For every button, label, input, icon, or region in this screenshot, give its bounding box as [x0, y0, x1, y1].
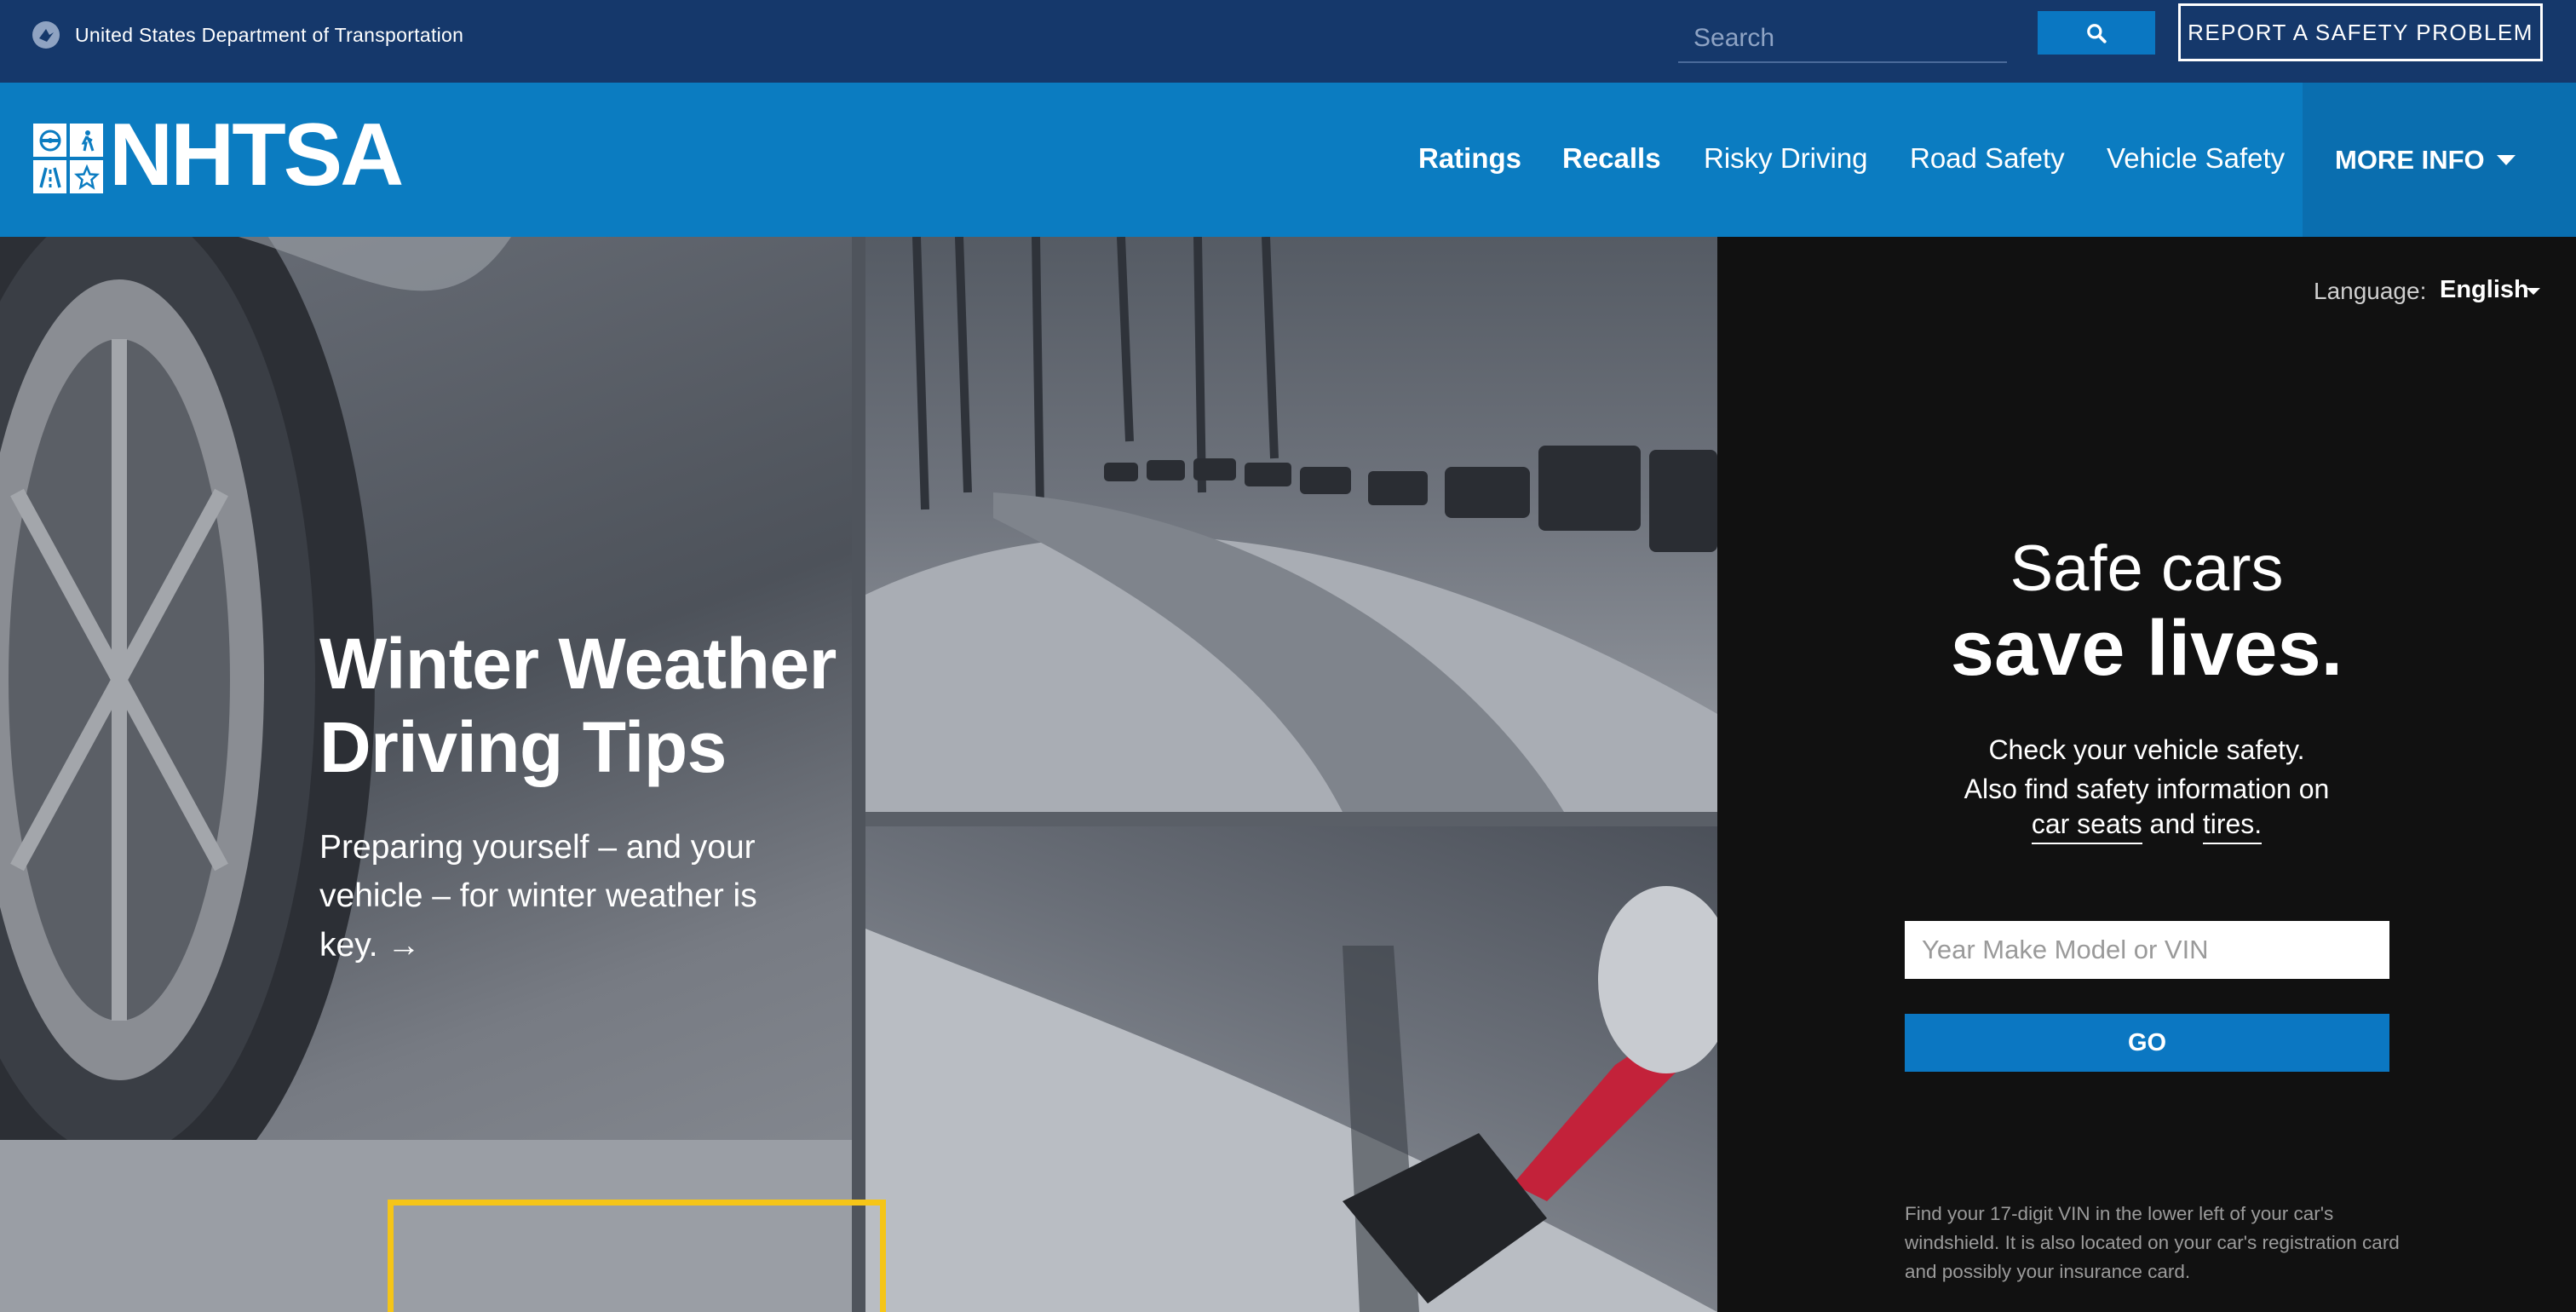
tagline-safe-cars: Safe cars [2010, 532, 2284, 605]
vehicle-lookup-panel: Language: English Safe cars save lives. … [1717, 237, 2576, 1312]
check-safety-text: Check your vehicle safety. Also find saf… [1717, 730, 2576, 808]
tagline-save-lives: save lives. [1950, 605, 2343, 692]
hero-title-line: Driving Tips [319, 707, 727, 788]
main-navigation: NHTSA Ratings Recalls Risky Driving Road… [0, 83, 2576, 237]
tires-link[interactable]: tires. [2202, 808, 2263, 844]
safety-links: car seats and tires. [1717, 808, 2576, 844]
nhtsa-logo-mark[interactable] [33, 124, 103, 193]
star-icon [70, 160, 103, 193]
agency-name[interactable]: United States Department of Transportati… [75, 24, 463, 47]
language-selector[interactable]: English [2440, 276, 2529, 304]
nhtsa-logo-text[interactable]: NHTSA [109, 111, 404, 199]
nav-item-vehicle-safety[interactable]: Vehicle Safety [2107, 144, 2285, 172]
hero-title[interactable]: Winter Weather Driving Tips [319, 622, 865, 790]
vehicle-search-input[interactable] [1905, 921, 2389, 979]
top-utility-bar: United States Department of Transportati… [0, 0, 2576, 83]
car-seats-link[interactable]: car seats [2031, 808, 2142, 844]
chevron-down-icon[interactable] [2527, 288, 2540, 295]
nav-item-road-safety[interactable]: Road Safety [1910, 144, 2065, 172]
dot-seal-icon [32, 21, 60, 49]
hero-section: Winter Weather Driving Tips Preparing yo… [0, 237, 1717, 1312]
hero-title-line: Winter Weather [319, 624, 837, 704]
check-line: Check your vehicle safety. [1988, 734, 2305, 765]
nav-item-risky-driving[interactable]: Risky Driving [1704, 144, 1868, 172]
language-label: Language: [2314, 278, 2427, 304]
vin-help-text: Find your 17-digit VIN in the lower left… [1905, 1203, 2400, 1282]
more-info-label: MORE INFO [2335, 144, 2485, 175]
nav-item-ratings[interactable]: Ratings [1418, 144, 1521, 172]
and-text: and [2149, 808, 2195, 839]
photo-divider [865, 812, 1717, 826]
pedestrian-icon [70, 124, 103, 157]
hero-subtitle[interactable]: Preparing yourself – and your vehicle – … [319, 823, 796, 970]
nav-item-recalls[interactable]: Recalls [1562, 144, 1661, 172]
search-icon [2087, 23, 2107, 43]
road-icon [33, 160, 66, 193]
go-button[interactable]: GO [1905, 1014, 2389, 1072]
chevron-down-icon [2496, 154, 2516, 165]
more-info-menu[interactable]: MORE INFO [2303, 83, 2576, 237]
snowy-road-photo [865, 237, 1717, 812]
search-button[interactable] [2038, 11, 2155, 55]
steering-wheel-icon [33, 124, 66, 157]
report-safety-problem-button[interactable]: REPORT A SAFETY PROBLEM [2178, 3, 2543, 61]
ice-scraper-photo [865, 826, 1717, 1312]
highlight-frame [388, 1200, 886, 1312]
check-line: Also find safety information on [1964, 774, 2330, 804]
search-input[interactable] [1678, 15, 2007, 63]
